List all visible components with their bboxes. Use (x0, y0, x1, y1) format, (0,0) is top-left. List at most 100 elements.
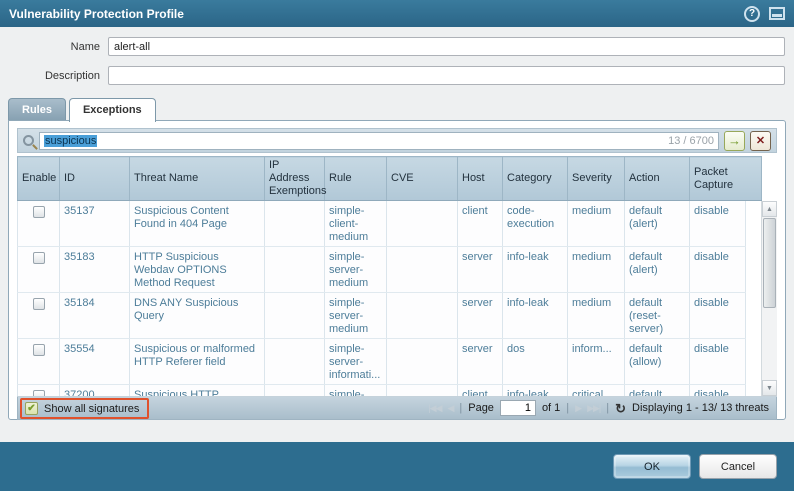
first-page-icon[interactable]: |◀◀ (428, 403, 441, 414)
scroll-down-icon[interactable]: ▼ (762, 380, 777, 396)
name-label: Name (0, 41, 108, 53)
description-label: Description (0, 70, 108, 82)
name-row: Name (0, 37, 785, 56)
cell-action[interactable]: default (alert) (625, 247, 690, 293)
table-row: 35554 Suspicious or malformed HTTP Refer… (18, 339, 746, 385)
title-bar: Vulnerability Protection Profile ? (0, 0, 794, 27)
enable-checkbox[interactable] (33, 344, 45, 356)
cell-threat-name[interactable]: Suspicious or malformed HTTP Referer fie… (130, 339, 265, 385)
enable-checkbox[interactable] (33, 206, 45, 218)
cell-action[interactable]: default (allow) (625, 339, 690, 385)
tab-exceptions[interactable]: Exceptions (69, 98, 156, 122)
cell-cve (387, 247, 458, 293)
cell-id: 35184 (60, 293, 130, 339)
cell-id: 35183 (60, 247, 130, 293)
window-restore-icon[interactable] (769, 7, 785, 20)
next-page-icon[interactable]: ▶ (575, 403, 581, 414)
col-cve[interactable]: CVE (387, 157, 458, 201)
cell-packet-capture[interactable]: disable (690, 247, 746, 293)
cell-ip-exemptions (265, 385, 325, 398)
cell-severity: inform... (568, 339, 625, 385)
grid-footer: ✔ Show all signatures |◀◀ ◀ | Page of 1 … (17, 397, 777, 420)
col-severity[interactable]: Severity (568, 157, 625, 201)
cell-category: info-leak (503, 247, 568, 293)
cell-host: server (458, 293, 503, 339)
cell-ip-exemptions (265, 293, 325, 339)
cell-action[interactable]: default (reset-server) (625, 293, 690, 339)
table-row: 35183 HTTP Suspicious Webdav OPTIONS Met… (18, 247, 746, 293)
cell-host: server (458, 339, 503, 385)
cell-rule: simple-client-medium (325, 201, 387, 247)
help-icon[interactable]: ? (744, 6, 760, 22)
cell-threat-name[interactable]: Suspicious Content Found in 404 Page (130, 201, 265, 247)
cell-threat-name[interactable]: Suspicious HTTP Evasion (130, 385, 265, 398)
col-enable[interactable]: Enable (18, 157, 60, 201)
cell-severity: medium (568, 247, 625, 293)
cell-cve (387, 385, 458, 398)
cancel-button[interactable]: Cancel (699, 454, 777, 479)
table-header: Enable ID Threat Name IP Address Exempti… (17, 156, 762, 201)
name-field[interactable] (108, 37, 785, 56)
cell-rule: simple-client-medium (325, 385, 387, 398)
cell-threat-name[interactable]: DNS ANY Suspicious Query (130, 293, 265, 339)
cell-ip-exemptions (265, 201, 325, 247)
tab-rules[interactable]: Rules (8, 98, 66, 120)
cell-packet-capture[interactable]: disable (690, 201, 746, 247)
col-rule[interactable]: Rule (325, 157, 387, 201)
cell-action[interactable]: default (alert) (625, 385, 690, 398)
search-input[interactable]: suspicious 13 / 6700 (39, 132, 719, 150)
cell-action[interactable]: default (alert) (625, 201, 690, 247)
cell-severity: medium (568, 293, 625, 339)
dialog-footer: OK Cancel (0, 442, 794, 491)
table-row: 37200 Suspicious HTTP Evasion simple-cli… (18, 385, 746, 398)
cell-id: 35554 (60, 339, 130, 385)
col-ip-exemptions[interactable]: IP Address Exemptions (265, 157, 325, 201)
search-text-selected: suspicious (44, 135, 97, 147)
description-field[interactable] (108, 66, 785, 85)
pagination: |◀◀ ◀ | Page of 1 | ▶ ▶▶| | ↻ Displaying… (428, 400, 769, 416)
displaying-status: Displaying 1 - 13/ 13 threats (632, 402, 769, 414)
show-all-signatures-highlight: ✔ Show all signatures (20, 398, 149, 419)
cell-rule: simple-server-informati... (325, 339, 387, 385)
scroll-up-icon[interactable]: ▲ (762, 201, 777, 217)
show-all-signatures-checkbox[interactable]: ✔ (25, 402, 38, 415)
table-body: 35137 Suspicious Content Found in 404 Pa… (17, 201, 777, 397)
table-row: 35137 Suspicious Content Found in 404 Pa… (18, 201, 746, 247)
cell-cve (387, 339, 458, 385)
page-input[interactable] (500, 400, 536, 416)
enable-checkbox[interactable] (33, 298, 45, 310)
col-category[interactable]: Category (503, 157, 568, 201)
cell-rule: simple-server-medium (325, 247, 387, 293)
enable-checkbox[interactable] (33, 252, 45, 264)
prev-page-icon[interactable]: ◀ (447, 403, 453, 414)
cell-packet-capture[interactable]: disable (690, 385, 746, 398)
vertical-scrollbar[interactable]: ▲ ▼ (761, 201, 777, 396)
col-id[interactable]: ID (60, 157, 130, 201)
cell-host: server (458, 247, 503, 293)
enable-checkbox[interactable] (33, 390, 45, 397)
cell-packet-capture[interactable]: disable (690, 339, 746, 385)
cell-id: 37200 (60, 385, 130, 398)
cell-packet-capture[interactable]: disable (690, 293, 746, 339)
col-action[interactable]: Action (625, 157, 690, 201)
last-page-icon[interactable]: ▶▶| (587, 403, 600, 414)
ok-button[interactable]: OK (613, 454, 691, 479)
cell-category: dos (503, 339, 568, 385)
cell-category: code-execution (503, 201, 568, 247)
search-clear-button[interactable]: ✕ (750, 131, 771, 151)
col-host[interactable]: Host (458, 157, 503, 201)
cell-category: info-leak (503, 385, 568, 398)
search-toolbar: suspicious 13 / 6700 → ✕ (17, 128, 777, 153)
cell-category: info-leak (503, 293, 568, 339)
page-of-label: of 1 (542, 402, 560, 414)
search-go-button[interactable]: → (724, 131, 745, 151)
search-icon (23, 135, 34, 146)
col-packet-capture[interactable]: Packet Capture (690, 157, 762, 201)
refresh-icon[interactable]: ↻ (615, 402, 626, 415)
cell-ip-exemptions (265, 339, 325, 385)
col-threat-name[interactable]: Threat Name (130, 157, 265, 201)
cell-severity: critical (568, 385, 625, 398)
cell-rule: simple-server-medium (325, 293, 387, 339)
cell-threat-name[interactable]: HTTP Suspicious Webdav OPTIONS Method Re… (130, 247, 265, 293)
scrollbar-thumb[interactable] (763, 218, 776, 308)
